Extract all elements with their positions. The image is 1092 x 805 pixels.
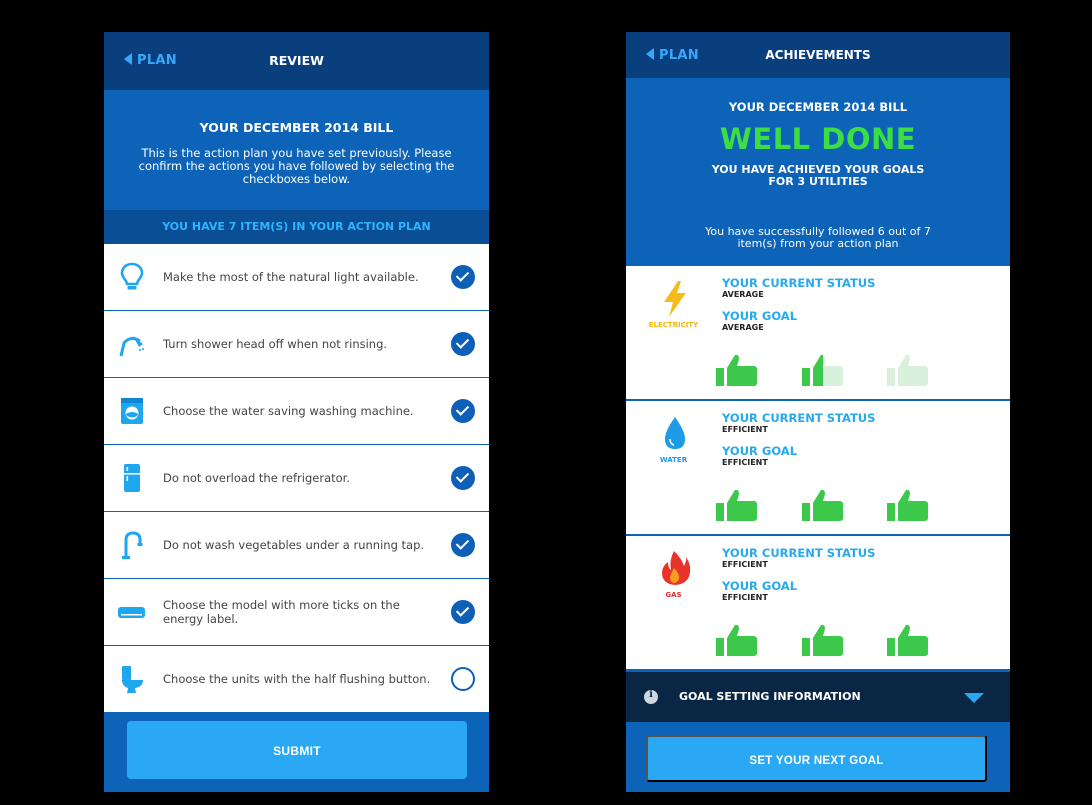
current-status-heading: YOUR CURRENT STATUS bbox=[722, 546, 876, 560]
utility-label: GAS bbox=[665, 591, 682, 599]
thumbs-up-icon bbox=[802, 624, 844, 656]
achievement-summary: YOUR DECEMBER 2014 BILL WELL DONE YOU HA… bbox=[626, 78, 1010, 266]
goal-heading: YOUR GOAL bbox=[722, 309, 798, 323]
info-icon bbox=[644, 689, 658, 704]
thumbs-up-icon bbox=[887, 489, 929, 521]
action-item-text: Do not overload the refrigerator. bbox=[163, 471, 350, 485]
goal-setting-info-label: GOAL SETTING INFORMATION bbox=[679, 690, 861, 703]
current-status-value: AVERAGE bbox=[722, 290, 764, 299]
thumbs-up-icon bbox=[887, 624, 929, 656]
followed-line: item(s) from your action plan bbox=[737, 237, 899, 250]
water-drop-icon bbox=[665, 417, 685, 449]
utility-electricity: ELECTRICITY YOUR CURRENT STATUS AVERAGE … bbox=[626, 266, 1010, 401]
action-item-checkbox[interactable] bbox=[451, 332, 475, 356]
thumbs-up-icon bbox=[887, 354, 929, 386]
chevron-down-icon[interactable] bbox=[964, 693, 984, 703]
page-title: ACHIEVEMENTS bbox=[765, 48, 871, 62]
action-item-toilet[interactable]: Choose the units with the half flushing … bbox=[104, 646, 489, 713]
goal-heading: YOUR GOAL bbox=[722, 579, 798, 593]
action-item-checkbox[interactable] bbox=[451, 466, 475, 490]
goal-value: EFFICIENT bbox=[722, 458, 768, 467]
action-item-checkbox[interactable] bbox=[451, 399, 475, 423]
tap-icon bbox=[122, 531, 143, 559]
goal-value: AVERAGE bbox=[722, 323, 764, 332]
thumbs-up-icon bbox=[716, 624, 758, 656]
review-navbar: PLAN REVIEW bbox=[104, 32, 489, 90]
current-status-heading: YOUR CURRENT STATUS bbox=[722, 276, 876, 290]
action-item-washing-machine[interactable]: Choose the water saving washing machine. bbox=[104, 378, 489, 445]
goal-heading: YOUR GOAL bbox=[722, 444, 798, 458]
washing-machine-icon bbox=[121, 398, 143, 424]
goal-value: EFFICIENT bbox=[722, 593, 768, 602]
thumbs-up-icon bbox=[802, 489, 844, 521]
goal-setting-info-toggle[interactable]: GOAL SETTING INFORMATION bbox=[626, 672, 1010, 722]
action-plan-list: Make the most of the natural light avail… bbox=[104, 244, 489, 713]
well-done-headline: WELL DONE bbox=[719, 122, 917, 156]
achievements-navbar: PLAN ACHIEVEMENTS bbox=[626, 32, 1010, 78]
followed-items-text: You have successfully followed 6 out of … bbox=[626, 226, 1010, 250]
action-item-refrigerator[interactable]: Do not overload the refrigerator. bbox=[104, 445, 489, 512]
page-title: REVIEW bbox=[269, 53, 324, 68]
action-plan-count: YOU HAVE 7 ITEM(S) IN YOUR ACTION PLAN bbox=[104, 210, 489, 244]
achievements-screen: PLAN ACHIEVEMENTS YOUR DECEMBER 2014 BIL… bbox=[626, 32, 1010, 792]
action-item-checkbox[interactable] bbox=[451, 265, 475, 289]
action-item-text: Do not wash vegetables under a running t… bbox=[163, 538, 425, 552]
action-item-text: Make the most of the natural light avail… bbox=[163, 270, 419, 284]
air-conditioner-icon bbox=[118, 607, 145, 618]
bill-header: YOUR DECEMBER 2014 BILL This is the acti… bbox=[104, 90, 489, 210]
action-item-shower[interactable]: Turn shower head off when not rinsing. bbox=[104, 311, 489, 378]
set-next-goal-button[interactable]: SET YOUR NEXT GOAL bbox=[646, 735, 987, 782]
goals-line: FOR 3 UTILITIES bbox=[768, 175, 868, 188]
action-item-text: Turn shower head off when not rinsing. bbox=[163, 337, 388, 351]
utility-water: WATER YOUR CURRENT STATUS EFFICIENT YOUR… bbox=[626, 401, 1010, 536]
action-item-natural-light[interactable]: Make the most of the natural light avail… bbox=[104, 244, 489, 311]
goals-achieved-text: YOU HAVE ACHIEVED YOUR GOALS FOR 3 UTILI… bbox=[626, 164, 1010, 188]
action-item-tap[interactable]: Do not wash vegetables under a running t… bbox=[104, 512, 489, 579]
current-status-value: EFFICIENT bbox=[722, 425, 768, 434]
action-item-energy-label[interactable]: Choose the model with more ticks on the … bbox=[104, 579, 489, 646]
toilet-icon bbox=[122, 666, 143, 693]
lightning-bolt-icon bbox=[664, 281, 686, 317]
bill-title: YOUR DECEMBER 2014 BILL bbox=[728, 100, 908, 114]
current-status-heading: YOUR CURRENT STATUS bbox=[722, 411, 876, 425]
light-bulb-icon bbox=[120, 262, 144, 290]
flame-icon bbox=[662, 551, 691, 585]
utility-label: WATER bbox=[659, 456, 688, 464]
review-screen: PLAN REVIEW YOUR DECEMBER 2014 BILL This… bbox=[104, 32, 489, 792]
thumbs-up-icon bbox=[716, 489, 758, 521]
bill-description: This is the action plan you have set pre… bbox=[138, 146, 455, 186]
utility-gas: GAS YOUR CURRENT STATUS EFFICIENT YOUR G… bbox=[626, 536, 1010, 671]
shower-head-icon bbox=[119, 336, 144, 357]
action-item-checkbox[interactable] bbox=[451, 533, 475, 557]
action-item-text: Choose the units with the half flushing … bbox=[163, 672, 431, 686]
action-item-checkbox[interactable] bbox=[451, 600, 475, 624]
submit-button[interactable]: SUBMIT bbox=[127, 721, 467, 779]
action-item-checkbox[interactable] bbox=[451, 667, 475, 691]
bill-title: YOUR DECEMBER 2014 BILL bbox=[199, 120, 394, 135]
action-item-text: Choose the water saving washing machine. bbox=[163, 404, 414, 418]
action-item-text: Choose the model with more ticks on the … bbox=[163, 598, 400, 626]
utility-label: ELECTRICITY bbox=[648, 321, 699, 329]
current-status-value: EFFICIENT bbox=[722, 560, 768, 569]
thumbs-up-icon bbox=[802, 354, 844, 386]
refrigerator-icon bbox=[124, 464, 140, 492]
thumbs-up-icon bbox=[716, 354, 758, 386]
